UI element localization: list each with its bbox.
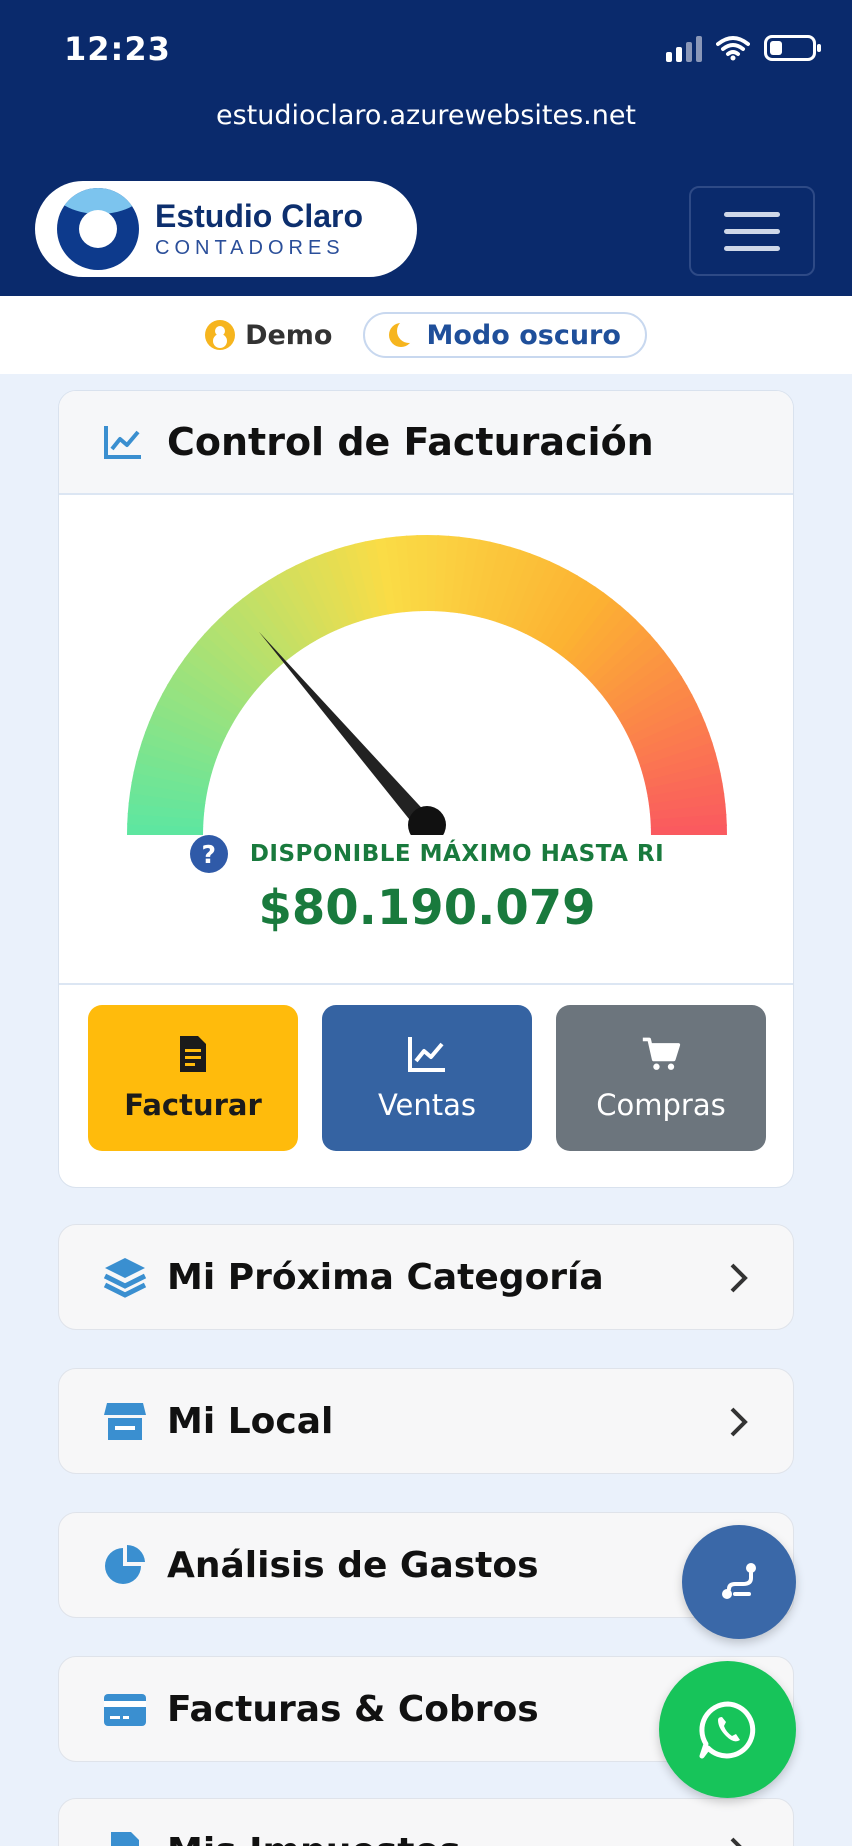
user-name: Demo xyxy=(245,319,333,351)
compras-label: Compras xyxy=(596,1088,726,1122)
invoice-icon xyxy=(180,1036,206,1072)
route-icon xyxy=(722,1563,756,1599)
ventas-button[interactable]: Ventas xyxy=(322,1005,532,1151)
menu-item-mi-local[interactable]: Mi Local xyxy=(58,1368,794,1474)
menu-item-label: Mi Próxima Categoría xyxy=(167,1256,604,1298)
url-bar[interactable]: estudioclaro.azurewebsites.net xyxy=(0,100,852,131)
chevron-right-icon xyxy=(730,1837,742,1846)
brand-logo[interactable]: Estudio Claro CONTADORES xyxy=(35,181,417,277)
compras-button[interactable]: Compras xyxy=(556,1005,766,1151)
user-icon xyxy=(205,320,236,350)
menu-item-label: Facturas & Cobros xyxy=(167,1688,539,1730)
available-label: DISPONIBLE MÁXIMO HASTA RI xyxy=(249,841,665,867)
facturar-label: Facturar xyxy=(124,1088,262,1122)
whatsapp-icon xyxy=(698,1700,755,1758)
chart-line-icon xyxy=(104,426,141,459)
menu-item-label: Mi Local xyxy=(167,1400,334,1442)
available-amount: $80.190.079 xyxy=(258,880,596,936)
app-header: 12:23 estudioclaro.azurewebsites.net Est… xyxy=(0,0,852,296)
user-profile[interactable]: Demo xyxy=(205,319,333,351)
billing-title: Control de Facturación xyxy=(167,420,654,464)
status-icons xyxy=(666,34,821,62)
file-icon xyxy=(111,1832,139,1846)
chevron-right-icon xyxy=(730,1407,748,1437)
status-time: 12:23 xyxy=(64,30,171,68)
billing-gauge: ? DISPONIBLE MÁXIMO HASTA RI $80.190.079 xyxy=(59,495,793,985)
dark-mode-label: Modo oscuro xyxy=(426,319,621,351)
whatsapp-fab-button[interactable] xyxy=(659,1661,796,1798)
brand-name: Estudio Claro xyxy=(155,198,364,234)
menu-item-mis-impuestos[interactable]: Mis Impuestos xyxy=(58,1798,794,1846)
cart-icon xyxy=(642,1037,681,1070)
route-fab-button[interactable] xyxy=(682,1525,796,1639)
billing-actions: Facturar Ventas Compras xyxy=(59,985,793,1187)
menu-item-proxima-categoria[interactable]: Mi Próxima Categoría xyxy=(58,1224,794,1330)
layers-icon xyxy=(103,1258,147,1298)
menu-item-label: Mis Impuestos xyxy=(167,1831,461,1846)
pie-chart-icon xyxy=(105,1545,145,1584)
store-icon xyxy=(104,1403,146,1440)
help-icon[interactable]: ? xyxy=(189,835,228,873)
dark-mode-toggle[interactable]: Modo oscuro xyxy=(362,312,647,358)
gauge-needle xyxy=(258,631,434,833)
ventas-label: Ventas xyxy=(377,1088,477,1122)
battery-icon xyxy=(764,35,821,61)
facturar-button[interactable]: Facturar xyxy=(88,1005,298,1151)
credit-card-icon xyxy=(104,1694,146,1726)
moon-icon xyxy=(388,319,421,347)
chevron-right-icon xyxy=(730,1263,748,1293)
user-bar: Demo Modo oscuro xyxy=(0,296,852,374)
gauge-chart xyxy=(127,535,727,835)
wifi-icon xyxy=(716,36,750,61)
signal-icon xyxy=(666,34,702,62)
brand-subtitle: CONTADORES xyxy=(155,237,345,259)
logo-icon xyxy=(57,188,139,270)
hamburger-menu-button[interactable] xyxy=(689,186,815,276)
billing-card-header: Control de Facturación xyxy=(59,391,793,495)
menu-item-label: Análisis de Gastos xyxy=(167,1544,539,1586)
billing-card: Control de Facturación ? DISPONIBLE MÁXI… xyxy=(58,390,794,1188)
hamburger-icon xyxy=(724,211,780,217)
line-chart-icon xyxy=(408,1037,445,1072)
